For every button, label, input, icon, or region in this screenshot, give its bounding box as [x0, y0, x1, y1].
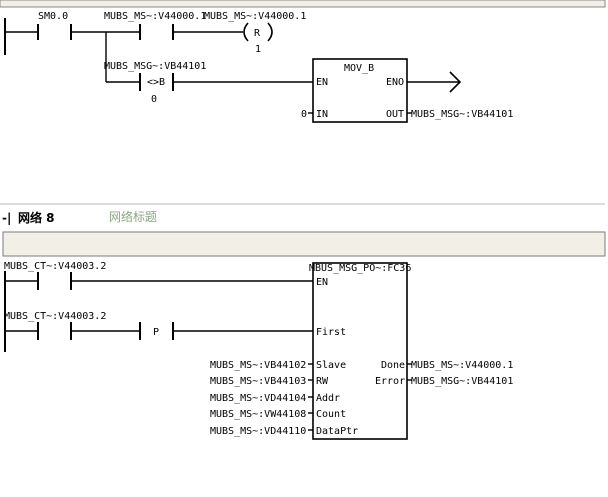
coil-reset-label: MUBS_MS~:V44000.1 [204, 11, 306, 22]
mbus-input-rw-value[interactable]: MUBS_MS~:VB44103 [210, 376, 306, 387]
ladder-diagram: SM0.0 MUBS_MS~:V44000.1 R 1 MUBS_MS~:V44… [0, 0, 606, 440]
mbus-output-done-value[interactable]: MUBS_MS~:V44000.1 [411, 360, 513, 371]
mbus-output-done-label: Done [381, 360, 405, 371]
network8-comment-bar[interactable] [2, 231, 606, 257]
contact-sm0[interactable]: SM0.0 [37, 11, 72, 40]
contact-ct-1[interactable]: MUBS_CT~:V44003.2 [4, 261, 106, 290]
compare-op: <>B [147, 77, 165, 88]
mbus-input-count-label: Count [316, 409, 346, 420]
contact-v44000-1-label: MUBS_MS~:V44000.1 [104, 11, 206, 22]
ladder-editor-canvas: SM0.0 MUBS_MS~:V44000.1 R 1 MUBS_MS~:V44… [0, 0, 608, 497]
movb-en: EN [316, 77, 328, 88]
network8-header[interactable]: -| 网络 8 [2, 210, 55, 225]
network8-title[interactable]: 网络标题 [109, 209, 157, 224]
network8-collapse-icon[interactable]: -| [2, 211, 11, 225]
mbus-output-error-label: Error [375, 376, 405, 387]
movb-out-value: MUBS_MSG~:VB44101 [411, 109, 513, 120]
mbus-input-count-value[interactable]: MUBS_MS~:VW44108 [210, 409, 306, 420]
contact-v44000-1[interactable]: MUBS_MS~:V44000.1 [104, 11, 206, 40]
mbus-input-addr-value[interactable]: MUBS_MS~:VD44104 [210, 393, 306, 404]
mbus-msg-block[interactable]: MBUS_MSG_PO~:FC36 EN First Slave RW Addr… [309, 262, 411, 440]
mbus-input-addr-label: Addr [316, 393, 340, 404]
compare-contact[interactable]: <>B MUBS_MSG~:VB44101 0 [104, 61, 206, 105]
compare-value: 0 [151, 94, 157, 105]
mbus-input-dataptr-label: DataPtr [316, 426, 358, 437]
mbus-input-slave-label: Slave [316, 360, 346, 371]
coil-reset-count: 1 [255, 44, 261, 55]
contact-sm0-label: SM0.0 [38, 11, 68, 22]
coil-reset[interactable]: R 1 MUBS_MS~:V44000.1 [204, 11, 306, 55]
movb-title: MOV_B [344, 63, 374, 74]
movb-out-label: OUT [386, 109, 404, 120]
mbus-input-slave-value[interactable]: MUBS_MS~:VB44102 [210, 360, 306, 371]
contact-ct-2[interactable]: MUBS_CT~:V44003.2 [4, 311, 106, 340]
movb-block[interactable]: MOV_B EN ENO IN OUT [312, 58, 408, 123]
contact-ct-2-label: MUBS_CT~:V44003.2 [4, 311, 106, 322]
movb-eno: ENO [386, 77, 404, 88]
positive-edge-label: P [153, 327, 159, 338]
movb-in-label: IN [316, 109, 328, 120]
mbus-output-error-value[interactable]: MUBS_MSG~:VB44101 [411, 376, 513, 387]
mbus-input-rw-label: RW [316, 376, 329, 387]
contact-ct-1-label: MUBS_CT~:V44003.2 [4, 261, 106, 272]
compare-addr: MUBS_MSG~:VB44101 [104, 61, 206, 72]
network8-label: 网络 8 [18, 210, 55, 225]
mbus-block-first: First [316, 327, 346, 338]
mbus-input-dataptr-value[interactable]: MUBS_MS~:VD44110 [210, 426, 306, 437]
positive-edge-contact[interactable]: P [139, 322, 174, 340]
mbus-block-en: EN [316, 277, 328, 288]
mbus-block-title: MBUS_MSG_PO~:FC36 [309, 263, 411, 274]
movb-in-value: 0 [301, 109, 307, 120]
coil-reset-type: R [254, 28, 261, 39]
network-comment-bar-top [0, 0, 606, 8]
